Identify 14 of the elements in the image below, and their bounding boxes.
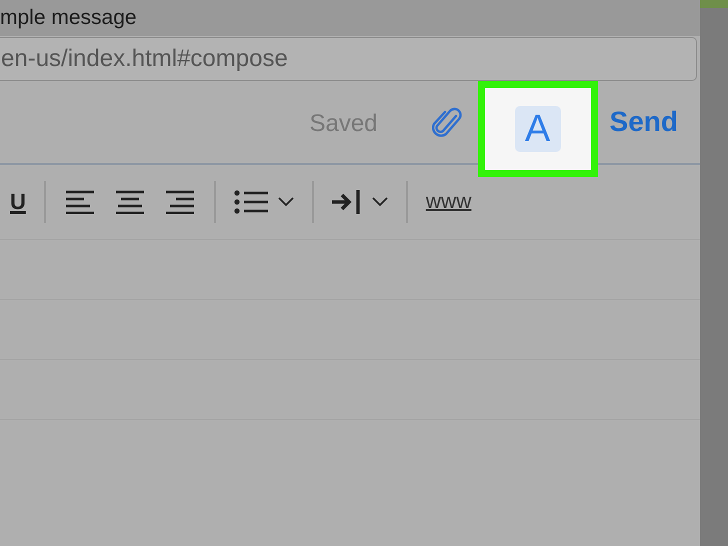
send-button[interactable]: Send	[610, 106, 678, 138]
caret-icon[interactable]	[278, 197, 294, 207]
underline-button[interactable]: U	[0, 189, 26, 215]
window-title: mple message	[0, 6, 137, 30]
align-center-icon[interactable]	[116, 190, 144, 214]
align-right-icon[interactable]	[166, 190, 194, 214]
address-field[interactable]: en-us/index.html#compose	[0, 37, 697, 81]
save-status: Saved	[309, 110, 378, 138]
link-button[interactable]: www	[426, 190, 472, 214]
format-button[interactable]: A	[514, 106, 561, 152]
indent-button[interactable]	[332, 189, 388, 215]
caret-icon[interactable]	[372, 197, 388, 207]
bullet-list-button[interactable]	[234, 190, 294, 214]
align-left-icon[interactable]	[66, 190, 94, 214]
